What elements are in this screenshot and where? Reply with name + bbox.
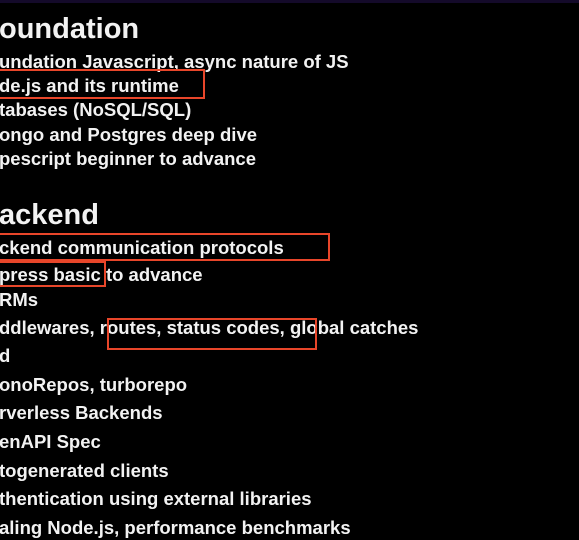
list-item: d (0, 345, 11, 366)
list-item: onoRepos, turborepo (0, 374, 188, 395)
top-band (0, 0, 579, 3)
section-heading-foundation: oundation (0, 13, 140, 45)
list-item: aling Node.js, performance benchmarks (0, 517, 351, 538)
list-item: RMs (0, 289, 39, 310)
section-heading-backend: ackend (0, 199, 99, 231)
list-item: togenerated clients (0, 460, 169, 481)
highlight-box-nodejs (0, 69, 205, 99)
highlight-box-routes (107, 318, 317, 350)
highlight-box-protocols (0, 233, 330, 261)
list-item: enAPI Spec (0, 431, 101, 452)
list-item: ongo and Postgres deep dive (0, 124, 258, 145)
list-item: thentication using external libraries (0, 488, 312, 509)
list-item: rverless Backends (0, 402, 163, 423)
list-item: tabases (NoSQL/SQL) (0, 99, 192, 120)
list-item: pescript beginner to advance (0, 148, 257, 169)
highlight-box-express (0, 261, 106, 287)
